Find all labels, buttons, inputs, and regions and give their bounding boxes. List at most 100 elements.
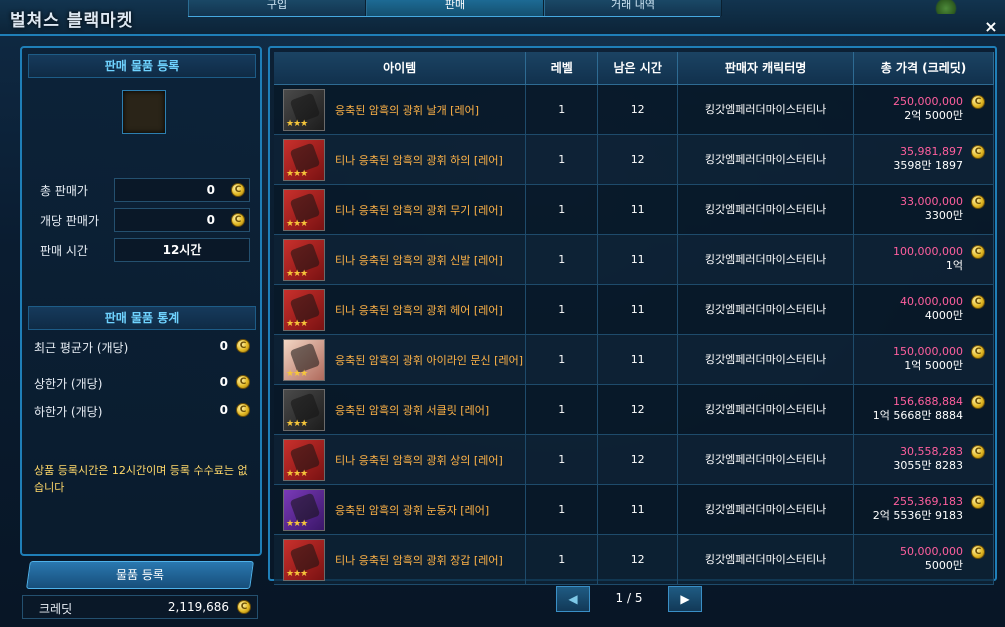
coin-icon: C (971, 344, 985, 359)
item-thumbnail-icon: ★★★ (283, 138, 325, 181)
table-row[interactable]: ★★★ 티나 응축된 암흑의 광휘 무기 [레어] 1 11 킹갓엠페러더마이스터티나 3… (274, 184, 994, 235)
item-cell[interactable]: ★★★ 티나 응축된 암흑의 광휘 무기 [레어] (274, 184, 527, 235)
price-korean: 2억 5536만 9183 (872, 509, 963, 522)
level-cell: 1 (525, 434, 599, 485)
prev-page-button[interactable]: ◀ (556, 586, 590, 612)
credit-label: 크레딧 (39, 602, 73, 616)
unit-price-value: 0 (206, 213, 215, 227)
item-name: 티나 응축된 암흑의 광휘 하의 [레어] (335, 153, 503, 167)
listing-table-panel: 아이템 레벨 남은 시간 판매자 캐릭터명 총 가격 (크레딧) ★★★ 응축된 … (268, 46, 997, 585)
item-cell[interactable]: ★★★ 응축된 암흑의 광휘 서클릿 [레어] (274, 384, 527, 435)
item-name: 티나 응축된 암흑의 광휘 상의 [레어] (335, 453, 503, 467)
time-left-cell: 12 (597, 134, 679, 185)
coin-icon: C (236, 339, 250, 353)
sell-panel: 판매 물품 등록 총 판매가 0 C 개당 판매가 0 C 판매 시간 12시간… (20, 46, 262, 556)
table-row[interactable]: ★★★ 티나 응축된 암흑의 광휘 헤어 [레어] 1 11 킹갓엠페러더마이스터티나 4… (274, 284, 994, 335)
upper-limit-value: 0 (219, 375, 228, 389)
seller-cell: 킹갓엠페러더마이스터티나 (677, 134, 854, 185)
item-name: 티나 응축된 암흑의 광휘 무기 [레어] (335, 203, 503, 217)
page-indicator: 1 / 5 (615, 591, 643, 605)
rarity-stars: ★★★ (286, 218, 308, 229)
column-header-total-price[interactable]: 총 가격 (크레딧) (853, 52, 994, 85)
rarity-stars: ★★★ (286, 568, 308, 579)
price-value: 33,000,000 (900, 195, 963, 208)
item-cell[interactable]: ★★★ 티나 응축된 암흑의 광휘 하의 [레어] (274, 134, 527, 185)
level-cell: 1 (525, 84, 599, 135)
seller-cell: 킹갓엠페러더마이스터티나 (677, 534, 854, 585)
level-cell: 1 (525, 334, 599, 385)
time-left-cell: 12 (597, 434, 679, 485)
item-name: 응축된 암흑의 광휘 서클릿 [레어] (335, 403, 490, 417)
item-cell[interactable]: ★★★ 티나 응축된 암흑의 광휘 헤어 [레어] (274, 284, 527, 335)
level-cell: 1 (525, 484, 599, 535)
register-item-button[interactable]: 물품 등록 (26, 561, 254, 589)
item-cell[interactable]: ★★★ 티나 응축된 암흑의 광휘 장갑 [레어] (274, 534, 527, 585)
lower-limit-row: 하한가 (개당) 0 C (28, 398, 256, 424)
price-cell: 30,558,283 3055만 8283 C (853, 434, 994, 485)
item-cell[interactable]: ★★★ 티나 응축된 암흑의 광휘 상의 [레어] (274, 434, 527, 485)
coin-icon: C (971, 494, 985, 509)
item-thumbnail-icon: ★★★ (283, 88, 325, 131)
close-button[interactable]: × (983, 19, 999, 35)
item-cell[interactable]: ★★★ 티나 응축된 암흑의 광휘 신발 [레어] (274, 234, 527, 285)
coin-icon: C (971, 394, 985, 409)
column-header-level[interactable]: 레벨 (525, 52, 599, 85)
item-cell[interactable]: ★★★ 응축된 암흑의 광휘 눈동자 [레어] (274, 484, 527, 535)
table-row[interactable]: ★★★ 응축된 암흑의 광휘 서클릿 [레어] 1 12 킹갓엠페러더마이스터티나 156… (274, 384, 994, 435)
recent-average-value: 0 (219, 339, 228, 353)
price-value: 35,981,897 (900, 145, 963, 158)
table-row[interactable]: ★★★ 응축된 암흑의 광휘 아이라인 문신 [레어] 1 11 킹갓엠페러더마이스터티… (274, 334, 994, 385)
sale-time-select[interactable]: 12시간 (114, 238, 250, 262)
time-left-cell: 11 (597, 284, 679, 335)
credit-balance: 크레딧 2,119,686 C (22, 595, 258, 619)
unit-price-label: 개당 판매가 (40, 214, 100, 228)
table-row[interactable]: ★★★ 응축된 암흑의 광휘 눈동자 [레어] 1 11 킹갓엠페러더마이스터티나 255… (274, 484, 994, 535)
seller-cell: 킹갓엠페러더마이스터티나 (677, 184, 854, 235)
time-left-cell: 11 (597, 484, 679, 535)
price-cell: 100,000,000 1억 C (853, 234, 994, 285)
column-header-seller[interactable]: 판매자 캐릭터명 (677, 52, 854, 85)
price-cell: 250,000,000 2억 5000만 C (853, 84, 994, 135)
price-korean: 5000만 (924, 559, 963, 572)
price-value: 100,000,000 (893, 245, 963, 258)
item-thumbnail-icon: ★★★ (283, 388, 325, 431)
tab-buy[interactable]: 구입 (188, 0, 366, 16)
price-cell: 50,000,000 5000만 C (853, 534, 994, 585)
item-cell[interactable]: ★★★ 응축된 암흑의 광휘 날개 [레어] (274, 84, 527, 135)
price-cell: 150,000,000 1억 5000만 C (853, 334, 994, 385)
price-cell: 156,688,884 1억 5668만 8884 C (853, 384, 994, 435)
seller-cell: 킹갓엠페러더마이스터티나 (677, 334, 854, 385)
table-row[interactable]: ★★★ 티나 응축된 암흑의 광휘 장갑 [레어] 1 12 킹갓엠페러더마이스터티나 5… (274, 534, 994, 585)
next-page-button[interactable]: ▶ (668, 586, 702, 612)
price-value: 255,369,183 (893, 495, 963, 508)
rarity-stars: ★★★ (286, 468, 308, 479)
unit-price-field[interactable]: 0 C (114, 208, 250, 232)
coin-icon: C (971, 544, 985, 559)
price-korean: 3300만 (924, 209, 963, 222)
column-header-time-left[interactable]: 남은 시간 (597, 52, 679, 85)
sell-register-title: 판매 물품 등록 (28, 54, 256, 78)
item-slot[interactable] (122, 90, 166, 134)
sale-time-label: 판매 시간 (40, 244, 88, 258)
price-value: 40,000,000 (900, 295, 963, 308)
rarity-stars: ★★★ (286, 418, 308, 429)
item-thumbnail-icon: ★★★ (283, 438, 325, 481)
coin-icon: C (236, 403, 250, 417)
item-name: 응축된 암흑의 광휘 날개 [레어] (335, 103, 480, 117)
table-row[interactable]: ★★★ 응축된 암흑의 광휘 날개 [레어] 1 12 킹갓엠페러더마이스터티나 250,… (274, 84, 994, 135)
coin-icon: C (971, 294, 985, 309)
level-cell: 1 (525, 384, 599, 435)
table-row[interactable]: ★★★ 티나 응축된 암흑의 광휘 상의 [레어] 1 12 킹갓엠페러더마이스터티나 3… (274, 434, 994, 485)
time-left-cell: 11 (597, 334, 679, 385)
table-row[interactable]: ★★★ 티나 응축된 암흑의 광휘 신발 [레어] 1 11 킹갓엠페러더마이스터티나 1… (274, 234, 994, 285)
price-cell: 255,369,183 2억 5536만 9183 C (853, 484, 994, 535)
price-korean: 3598만 1897 (893, 159, 963, 172)
price-korean: 4000만 (924, 309, 963, 322)
rarity-stars: ★★★ (286, 368, 308, 379)
tab-history[interactable]: 거래 내역 (544, 0, 722, 16)
column-header-item[interactable]: 아이템 (274, 52, 527, 85)
item-cell[interactable]: ★★★ 응축된 암흑의 광휘 아이라인 문신 [레어] (274, 334, 527, 385)
tab-sell[interactable]: 판매 (366, 0, 544, 16)
table-row[interactable]: ★★★ 티나 응축된 암흑의 광휘 하의 [레어] 1 12 킹갓엠페러더마이스터티나 3… (274, 134, 994, 185)
total-price-field[interactable]: 0 C (114, 178, 250, 202)
